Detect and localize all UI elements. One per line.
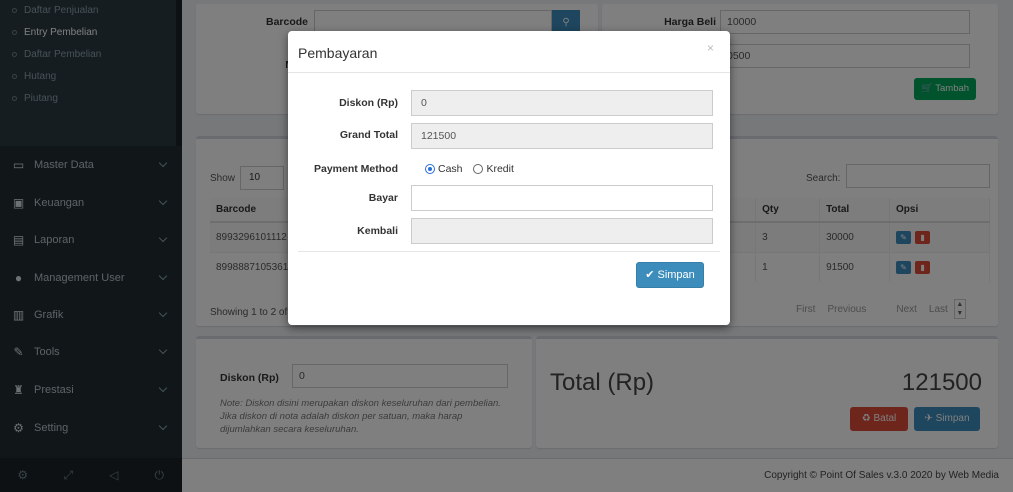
kembali-label: Kembali [357,225,398,237]
kredit-option[interactable]: Kredit [473,163,514,175]
modal-title: Pembayaran [298,45,378,61]
diskon-input[interactable]: 0 [411,90,713,116]
cash-option[interactable]: Cash [425,163,463,175]
bayar-label: Bayar [368,192,398,204]
radio-checked-icon[interactable] [425,164,435,175]
grand-total-input[interactable]: 121500 [411,123,713,149]
modal-footer: ✔ Simpan [298,251,720,288]
payment-modal: Pembayaran × Diskon (Rp) 0 Grand Total 1… [288,31,730,325]
payment-method-label: Payment Method [313,163,398,175]
radio-unchecked-icon[interactable] [473,164,484,175]
diskon-label: Diskon (Rp) [339,97,398,109]
bayar-input[interactable] [411,185,713,211]
check-icon: ✔ [645,269,655,281]
close-icon[interactable]: × [707,41,714,55]
modal-simpan-button[interactable]: ✔ Simpan [636,262,704,288]
payment-method-group: Cash Kredit [425,163,514,175]
kembali-input[interactable] [411,218,713,244]
modal-header: Pembayaran × [288,31,730,73]
grand-total-label: Grand Total [339,129,398,141]
